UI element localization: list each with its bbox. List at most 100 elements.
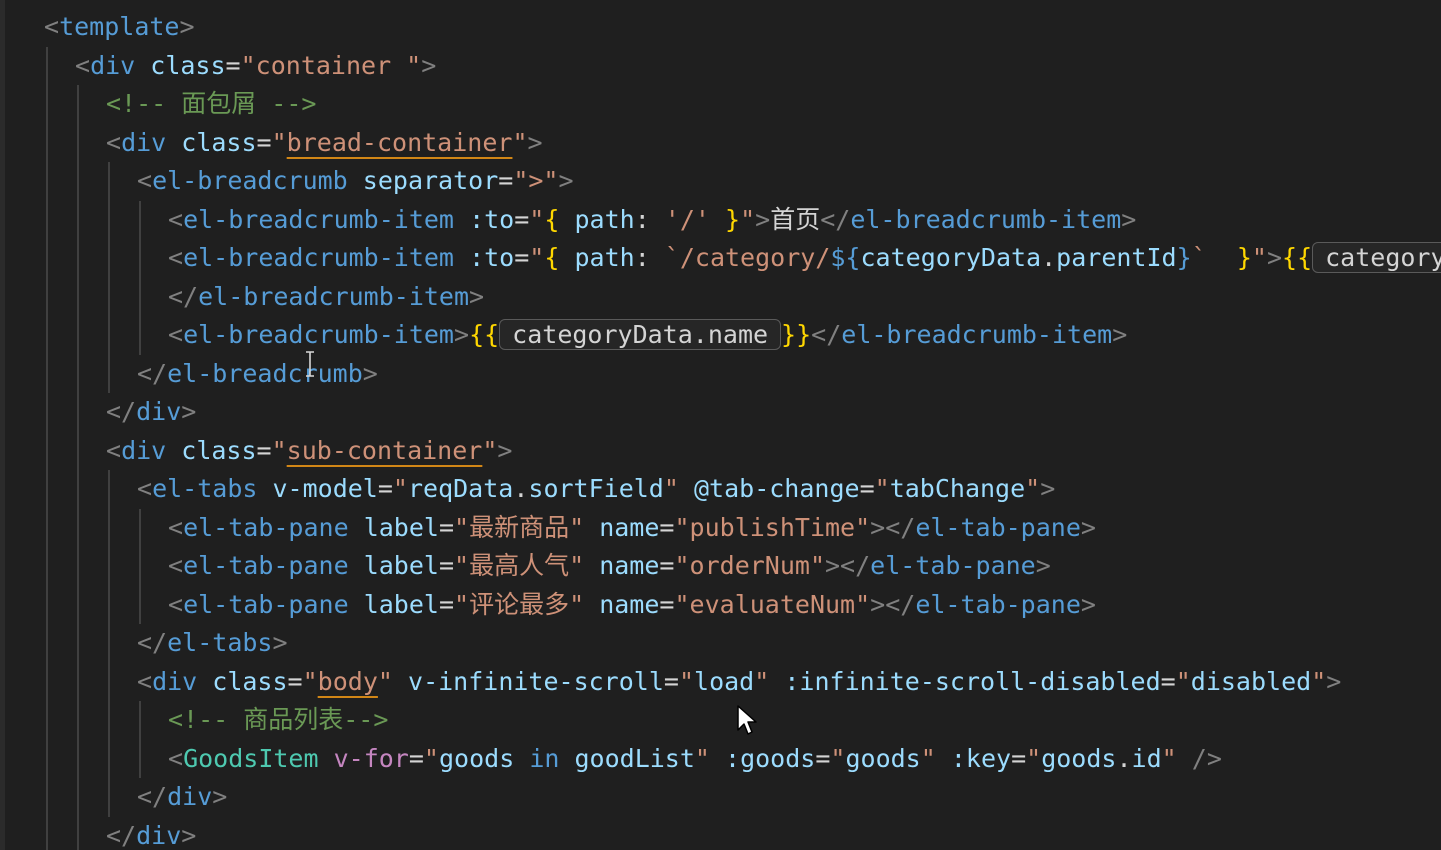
code-line[interactable]: <el-breadcrumb-item :to="{ path: '/' }">… (5, 200, 1441, 239)
code-token: < (168, 204, 184, 234)
code-line[interactable]: <el-breadcrumb separator=">"> (5, 162, 1441, 201)
indent-guide (139, 277, 141, 316)
code-token: = (663, 666, 679, 696)
code-line[interactable]: <div class="sub-container"> (5, 431, 1441, 470)
code-token: label (363, 512, 439, 542)
code-line[interactable]: <el-tab-pane label="评论最多" name="evaluate… (5, 585, 1441, 624)
code-token: " (1251, 243, 1267, 272)
code-token: < (106, 127, 122, 157)
code-line[interactable]: </el-tabs> (5, 624, 1441, 663)
indent-guide (108, 200, 110, 239)
code-token: el-breadcrumb-item (850, 204, 1122, 234)
code-token: < (168, 551, 184, 580)
code-line[interactable]: <GoodsItem v-for="goods in goodList" :go… (5, 739, 1441, 778)
code-line[interactable]: </el-breadcrumb-item> (5, 277, 1441, 316)
code-line[interactable]: <div class="container "> (5, 46, 1441, 85)
code-line[interactable]: <el-tab-pane label="最高人气" name="orderNum… (5, 547, 1441, 586)
code-token: = (659, 589, 675, 619)
code-token: = (1011, 743, 1027, 773)
code-token: template (59, 12, 180, 41)
code-line[interactable]: <!-- 商品列表--> (5, 701, 1441, 740)
code-token: </ (811, 320, 842, 349)
code-token: > (1080, 589, 1096, 619)
code-token: div (152, 666, 198, 696)
code-token: name (599, 551, 660, 580)
code-token: </ (106, 820, 137, 850)
code-token: :infinite-scroll-disabled (784, 666, 1161, 696)
code-token: { (544, 204, 560, 234)
code-token: el-breadcrumb-item (841, 320, 1113, 349)
code-token: sub-container (286, 435, 483, 465)
indent-guide (108, 239, 110, 278)
code-token: < (106, 435, 122, 465)
code-line[interactable]: </div> (5, 816, 1441, 850)
indent-guide (46, 316, 48, 355)
code-line[interactable]: <el-breadcrumb-item :to="{ path: `/categ… (5, 239, 1441, 278)
code-token: el-breadcrumb-item (198, 281, 470, 311)
code-token: . (513, 474, 529, 503)
indent-guide (108, 624, 110, 663)
indent-guide (46, 123, 48, 162)
code-token: > (181, 820, 197, 850)
code-token: el-breadcrumb-item (183, 320, 454, 349)
code-token: < (168, 589, 184, 619)
code-line[interactable]: <el-breadcrumb-item>{{categoryData.name}… (5, 316, 1441, 355)
code-line[interactable]: <!-- 面包屑 --> (5, 85, 1441, 124)
indent-guide (139, 200, 141, 239)
code-line[interactable]: </div> (5, 778, 1441, 817)
code-token: goods (438, 743, 515, 773)
code-line[interactable]: </div> (5, 393, 1441, 432)
code-token: separator (362, 166, 499, 195)
code-token: ></ (870, 512, 916, 542)
code-line[interactable]: <div class="bread-container"> (5, 123, 1441, 162)
code-token: < (168, 243, 184, 272)
indent-guide (77, 200, 79, 239)
code-token: > (1326, 666, 1342, 696)
code-token: 首页 (770, 204, 821, 234)
indent-guide (139, 316, 141, 355)
code-token: </ (820, 204, 851, 234)
code-token: = (815, 743, 831, 773)
code-token: = (438, 551, 455, 580)
code-content[interactable]: <template> <div class="container "> <!-- 面… (5, 8, 1441, 850)
code-line[interactable]: <template> (5, 8, 1441, 47)
code-token: v-for (333, 743, 409, 773)
code-token: = (438, 589, 455, 619)
code-token: goodList (574, 743, 695, 773)
code-token: parentId (1056, 243, 1177, 272)
code-token: } (1176, 243, 1192, 272)
indent-guide (77, 239, 79, 278)
code-editor[interactable]: <template> <div class="container "> <!-- 面… (0, 0, 1441, 850)
code-token: <!-- 面包屑 --> (106, 89, 317, 118)
code-token: el-tab-pane (915, 512, 1081, 542)
code-token: > (755, 204, 771, 234)
code-token: " (920, 743, 936, 773)
code-token: > (558, 166, 574, 195)
code-token: " (512, 127, 528, 157)
code-token: </ (106, 397, 137, 426)
indent-guide (139, 739, 141, 778)
code-token: " (830, 743, 846, 773)
code-line[interactable]: <el-tab-pane label="最新商品" name="publishT… (5, 508, 1441, 547)
indent-guide (77, 624, 79, 663)
code-line[interactable]: <div class="body" v-infinite-scroll="loa… (5, 662, 1441, 701)
code-token: > (469, 281, 485, 311)
code-token: body (317, 666, 378, 696)
code-token: v-model (272, 474, 378, 503)
indent-guide (139, 239, 141, 278)
indent-guide (46, 624, 48, 663)
indent-guide (77, 354, 79, 393)
code-token: " (1025, 474, 1041, 503)
code-token: > (1266, 243, 1283, 272)
code-token: > (1035, 551, 1051, 580)
indent-guide (77, 778, 79, 817)
indent-guide (46, 778, 48, 817)
code-token: " (529, 243, 545, 272)
indent-guide (108, 547, 110, 586)
code-line[interactable]: </el-breadcrumb> (5, 354, 1441, 393)
code-token: ${ (830, 243, 861, 272)
code-line[interactable]: <el-tabs v-model="reqData.sortField" @ta… (5, 470, 1441, 509)
